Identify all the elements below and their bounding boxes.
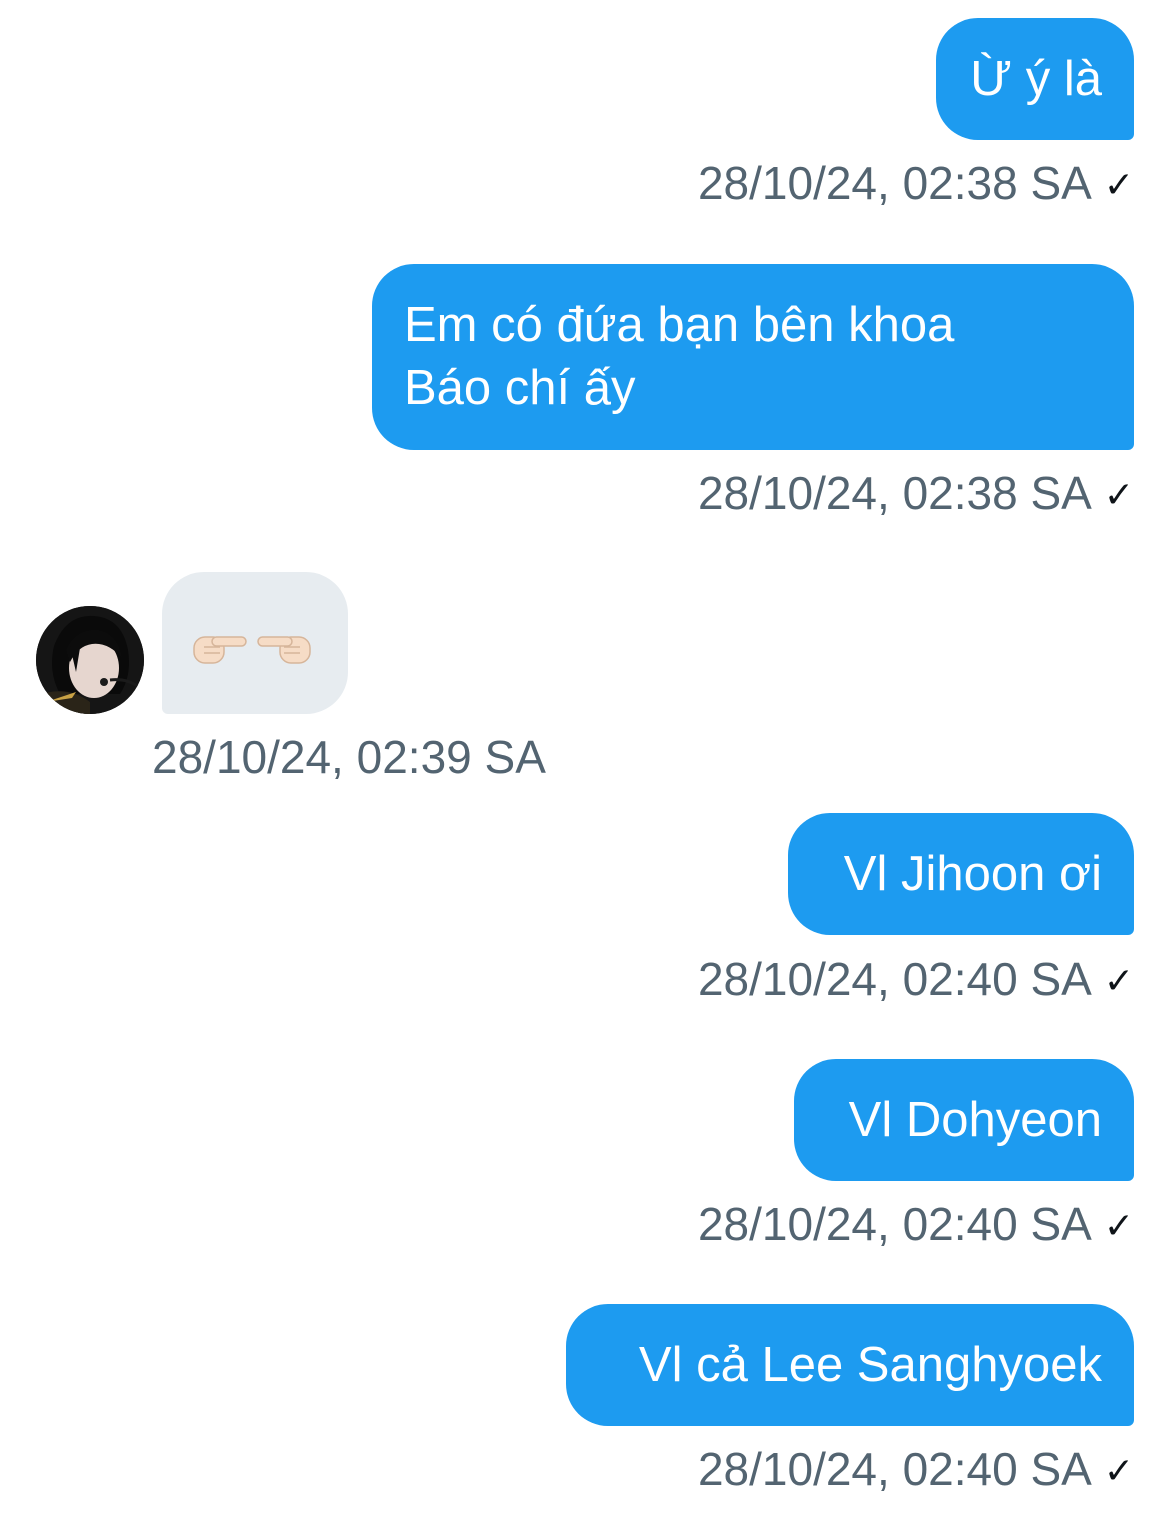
- message-meta: 28/10/24, 02:40 SA ✓: [698, 954, 1134, 1006]
- message-bubble[interactable]: Vl Dohyeon: [794, 1059, 1134, 1181]
- message-bubble[interactable]: Vl cả Lee Sanghyoek: [566, 1304, 1134, 1426]
- avatar-image: [36, 606, 144, 714]
- message-timestamp: 28/10/24, 02:40 SA: [697, 1443, 1092, 1495]
- message-bubble[interactable]: [162, 572, 348, 714]
- message-meta: 28/10/24, 02:38 SA ✓: [698, 468, 1134, 520]
- hand-pointing-left-icon: [257, 636, 311, 664]
- message-text-line: Em có đứa bạn bên khoa: [404, 298, 955, 352]
- hand-pointing-right-icon: [193, 636, 247, 664]
- message-meta: 28/10/24, 02:40 SA ✓: [698, 1199, 1134, 1251]
- message-timestamp: 28/10/24, 02:40 SA: [697, 953, 1092, 1005]
- pointing-fingers-emoji: [192, 620, 312, 683]
- message-timestamp: 28/10/24, 02:39 SA: [152, 731, 546, 783]
- message-text: Vl cả Lee Sanghyoek: [638, 1338, 1102, 1392]
- message-bubble[interactable]: Vl Jihoon ơi: [788, 813, 1134, 935]
- message-meta: 28/10/24, 02:38 SA ✓: [698, 158, 1134, 210]
- message-text: Vl Dohyeon: [848, 1093, 1102, 1147]
- message-timestamp: 28/10/24, 02:38 SA: [697, 467, 1092, 519]
- checkmark-icon: ✓: [1103, 960, 1134, 1001]
- message-timestamp: 28/10/24, 02:38 SA: [697, 157, 1092, 209]
- message-timestamp: 28/10/24, 02:40 SA: [697, 1198, 1092, 1250]
- message-bubble[interactable]: Ừ ý là: [936, 18, 1134, 140]
- message-meta: 28/10/24, 02:39 SA: [152, 732, 546, 782]
- message-bubble[interactable]: Em có đứa bạn bên khoa Báo chí ấy: [372, 264, 1134, 450]
- checkmark-icon: ✓: [1103, 1205, 1134, 1246]
- checkmark-icon: ✓: [1103, 1450, 1134, 1491]
- message-text: Vl Jihoon ơi: [843, 847, 1102, 901]
- checkmark-icon: ✓: [1103, 164, 1134, 205]
- message-meta: 28/10/24, 02:40 SA ✓: [698, 1444, 1134, 1496]
- avatar[interactable]: [36, 606, 144, 714]
- message-text-line: Báo chí ấy: [404, 361, 636, 415]
- message-text: Ừ ý là: [970, 52, 1102, 106]
- checkmark-icon: ✓: [1103, 474, 1134, 515]
